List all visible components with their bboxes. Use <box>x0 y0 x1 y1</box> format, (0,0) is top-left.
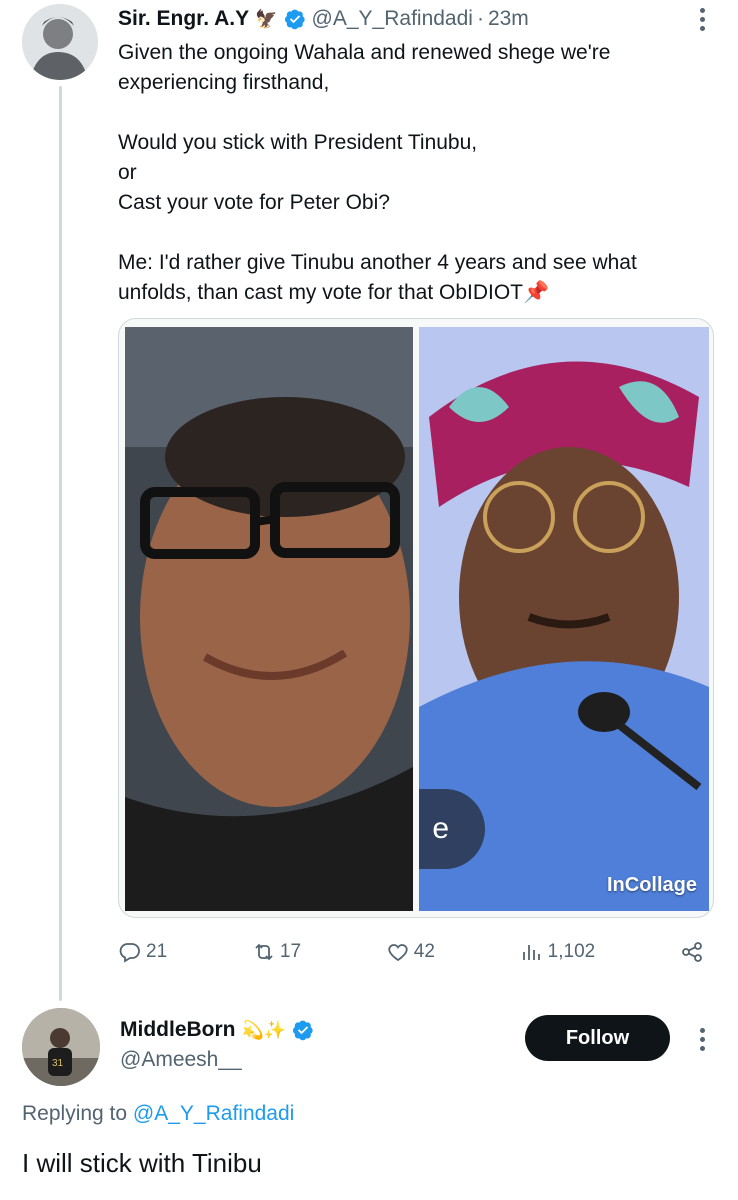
thread-line <box>59 86 62 1001</box>
like-count: 42 <box>413 941 435 962</box>
collage-watermark: InCollage <box>606 874 697 896</box>
views-chart-icon <box>522 945 540 960</box>
replying-to-label: Replying to <box>22 1102 128 1125</box>
verified-badge-icon <box>284 9 305 30</box>
verified-badge-icon <box>293 1020 313 1041</box>
tweet-actions-bar: 21 17 42 1,102 <box>118 934 704 970</box>
more-options-icon[interactable] <box>690 4 714 34</box>
reply-author-name[interactable]: MiddleBorn <box>120 1018 236 1042</box>
share-button[interactable] <box>680 940 704 964</box>
reply-text: I will stick with Tinibu <box>22 1148 262 1178</box>
repost-icon <box>255 943 273 961</box>
more-options-icon[interactable] <box>690 1024 714 1054</box>
replying-to-line: Replying to @A_Y_Rafindadi <box>22 1102 294 1126</box>
sparkle-emoji-icon: 💫✨ <box>241 1019 287 1040</box>
reply-author-avatar[interactable]: 31 <box>22 1008 100 1086</box>
like-button[interactable]: 42 <box>386 940 435 964</box>
reply-header: MiddleBorn 💫✨ <box>120 1018 314 1042</box>
photo-peter-obi[interactable] <box>125 327 413 911</box>
author-handle[interactable]: @A_Y_Rafindadi <box>312 7 473 31</box>
reply-icon <box>119 943 140 963</box>
reply-author-handle[interactable]: @Ameesh__ <box>120 1048 242 1072</box>
author-avatar[interactable] <box>22 4 98 80</box>
tweet-timestamp[interactable]: 23m <box>488 7 529 31</box>
share-icon <box>682 942 702 962</box>
photo-tinubu[interactable]: e InCollage <box>419 327 709 911</box>
tweet-media-collage[interactable]: e InCollage <box>118 318 714 918</box>
tweet-text: Given the ongoing Wahala and renewed she… <box>118 41 637 304</box>
repost-button[interactable]: 17 <box>252 940 301 964</box>
reply-button[interactable]: 21 <box>118 940 167 964</box>
replying-to-handle-link[interactable]: @A_Y_Rafindadi <box>133 1102 294 1125</box>
author-name[interactable]: Sir. Engr. A.Y <box>118 7 249 31</box>
tweet-header: Sir. Engr. A.Y 🦅 @A_Y_Rafindadi · 23m <box>118 6 529 32</box>
separator-dot: · <box>476 7 484 30</box>
eagle-emoji-icon: 🦅 <box>255 8 278 29</box>
reply-count: 21 <box>146 941 168 962</box>
heart-icon <box>388 944 408 962</box>
view-count: 1,102 <box>547 941 596 962</box>
views-button[interactable]: 1,102 <box>520 940 596 964</box>
follow-button[interactable]: Follow <box>525 1015 670 1061</box>
repost-count: 17 <box>279 941 302 962</box>
svg-text:31: 31 <box>52 1058 64 1069</box>
